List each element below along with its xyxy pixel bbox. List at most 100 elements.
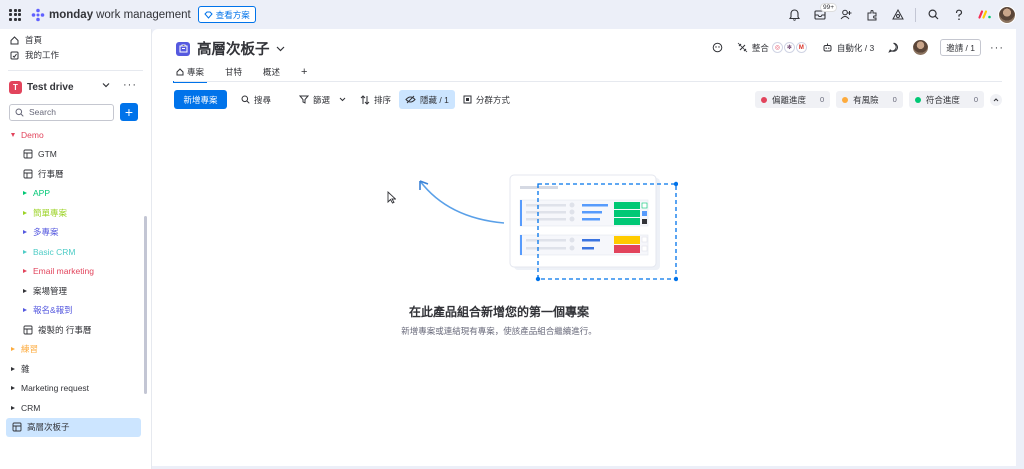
tab-label: 概述 xyxy=(263,66,281,77)
sidebar-folder-item[interactable]: CRM xyxy=(0,398,151,418)
sidebar-tree-label: Demo xyxy=(21,129,44,140)
sidebar-search-input[interactable]: Search xyxy=(9,103,114,121)
folder-collapsed-icon[interactable] xyxy=(23,308,27,313)
board-icon xyxy=(12,422,22,432)
sort-button[interactable]: 排序 xyxy=(356,90,395,109)
apps-marketplace-icon[interactable] xyxy=(859,5,885,25)
sidebar-folder-item[interactable]: Demo xyxy=(0,125,151,145)
tab-gantt[interactable]: 甘特 xyxy=(225,64,242,79)
folder-collapsed-icon[interactable] xyxy=(23,269,27,274)
sidebar-folder-item[interactable]: Email marketing xyxy=(0,262,151,282)
folder-collapsed-icon[interactable] xyxy=(23,191,27,196)
sidebar-tree-label: 多專案 xyxy=(33,227,59,238)
sidebar-folder-item[interactable]: 練習 xyxy=(0,340,151,360)
sidebar-board-item[interactable]: 行事曆 xyxy=(0,164,151,184)
chevron-down-icon[interactable] xyxy=(102,82,110,88)
filter-label: 篩選 xyxy=(313,94,331,105)
sidebar-board-item[interactable]: 高層次板子 xyxy=(6,417,141,437)
home-icon xyxy=(10,35,19,44)
status-chip-at-risk[interactable]: 有風險 0 xyxy=(836,91,903,108)
folder-collapsed-icon[interactable] xyxy=(11,366,15,371)
help-icon[interactable] xyxy=(946,5,972,25)
updates-icon[interactable] xyxy=(888,42,903,53)
sidebar-tree-label: 簡單專案 xyxy=(33,207,68,218)
folder-collapsed-icon[interactable] xyxy=(11,347,15,352)
workspace-selector[interactable]: T Test drive ··· xyxy=(0,77,151,97)
sidebar-folder-item[interactable]: Basic CRM xyxy=(0,242,151,262)
sidebar-tree-label: 行事曆 xyxy=(38,168,64,179)
sidebar-folder-item[interactable]: 多專案 xyxy=(0,223,151,243)
search-icon[interactable] xyxy=(920,5,946,25)
tab-label: 專案 xyxy=(187,66,205,77)
sidebar-search-placeholder: Search xyxy=(29,107,56,117)
chevron-down-icon[interactable] xyxy=(276,46,285,52)
workspace-tree: Demo GTM 行事曆 APP 簡單專案多專案 Basic CRM Email marke… xyxy=(0,125,151,437)
folder-collapsed-icon[interactable] xyxy=(23,288,27,293)
add-item-button[interactable]: + xyxy=(120,103,138,121)
folder-collapsed-icon[interactable] xyxy=(11,405,15,410)
main-content: 高層次板子 整合 ◎ ✻ M 自動化 / 3 邀請 / 1 ··· 專案 甘特 … xyxy=(152,29,1016,466)
integrate-button[interactable]: 整合 ◎ ✻ M xyxy=(737,42,808,54)
status-chip-off-track[interactable]: 偏離進度 0 xyxy=(754,91,831,108)
automate-button[interactable]: 自動化 / 3 xyxy=(822,42,874,54)
sidebar: 首頁 我的工作 T Test drive ··· Search + Demo GT… xyxy=(0,29,152,469)
sidebar-item-my-work[interactable]: 我的工作 xyxy=(0,48,151,62)
sidebar-tree-label: 案場管理 xyxy=(33,285,68,296)
sidebar-tree-label: GTM xyxy=(38,149,57,160)
search-button[interactable]: 搜尋 xyxy=(237,90,275,109)
tab-projects[interactable]: 專案 xyxy=(172,64,208,83)
see-plans-button[interactable]: 查看方案 xyxy=(197,6,256,23)
empty-state-subtitle: 新增專案或連結現有專案，使該產品組合繼續進行。 xyxy=(401,326,597,336)
sidebar-scrollbar[interactable] xyxy=(144,216,147,394)
folder-collapsed-icon[interactable] xyxy=(11,386,15,391)
home-icon xyxy=(176,67,184,75)
see-plans-label: 查看方案 xyxy=(215,9,250,20)
top-bar: monday work management 查看方案 99+ xyxy=(0,0,1024,29)
apps-grid-icon[interactable] xyxy=(9,8,21,21)
sidebar-nav: 首頁 我的工作 xyxy=(0,29,151,62)
robot-icon xyxy=(823,43,832,52)
folder-collapsed-icon[interactable] xyxy=(23,249,27,254)
status-chip-on-track[interactable]: 符合進度 0 xyxy=(908,91,984,108)
invite-button[interactable]: 邀請 / 1 xyxy=(940,39,981,56)
eye-hidden-icon xyxy=(405,95,416,104)
tab-overview[interactable]: 概述 xyxy=(263,64,280,79)
add-view-icon[interactable]: + xyxy=(301,64,307,79)
sidebar-folder-item[interactable]: 雜 xyxy=(0,359,151,379)
sidebar-board-item[interactable]: 複製的 行事曆 xyxy=(0,320,151,340)
logo[interactable]: monday work management xyxy=(31,8,191,22)
sidebar-folder-item[interactable]: Marketing request xyxy=(0,379,151,399)
workspace-more-icon[interactable]: ··· xyxy=(123,79,137,91)
sidekick-icon[interactable] xyxy=(712,42,727,53)
search-label: 搜尋 xyxy=(254,94,272,105)
board-member-avatar[interactable] xyxy=(913,40,929,55)
invite-member-icon[interactable] xyxy=(833,5,859,25)
sidebar-folder-item[interactable]: 簡單專案 xyxy=(0,203,151,223)
collapse-icon[interactable] xyxy=(990,93,1002,106)
new-project-button[interactable]: 新增專案 xyxy=(174,90,227,109)
notifications-bell-icon[interactable] xyxy=(781,5,807,25)
sidebar-folder-item[interactable]: 案場管理 xyxy=(0,281,151,301)
tab-label: 甘特 xyxy=(225,66,243,77)
group-icon xyxy=(463,95,472,104)
board-more-icon[interactable]: ··· xyxy=(990,42,1004,54)
integrations-icon[interactable] xyxy=(885,5,911,25)
sidebar-folder-item[interactable]: 報名&報到 xyxy=(0,301,151,321)
hide-button[interactable]: 隱藏 / 1 xyxy=(399,90,455,109)
integration-gmail-icon: M xyxy=(795,42,807,53)
sidebar-board-item[interactable]: GTM xyxy=(0,145,151,165)
sidebar-tree-label: 練習 xyxy=(21,344,39,355)
filter-button[interactable]: 篩選 xyxy=(295,90,354,109)
folder-expanded-icon[interactable] xyxy=(11,132,15,137)
folder-collapsed-icon[interactable] xyxy=(23,210,27,215)
user-avatar[interactable] xyxy=(998,5,1016,24)
monday-products-icon[interactable] xyxy=(972,5,998,25)
sidebar-folder-item[interactable]: APP xyxy=(0,184,151,204)
folder-collapsed-icon[interactable] xyxy=(23,230,27,235)
group-by-button[interactable]: 分群方式 xyxy=(459,90,514,109)
page-title[interactable]: 高層次板子 xyxy=(197,38,270,59)
sidebar-item-home[interactable]: 首頁 xyxy=(0,33,151,47)
chevron-down-icon[interactable] xyxy=(339,97,346,102)
integration-app-icon: ◎ xyxy=(771,42,783,53)
inbox-icon[interactable]: 99+ xyxy=(807,2,838,25)
